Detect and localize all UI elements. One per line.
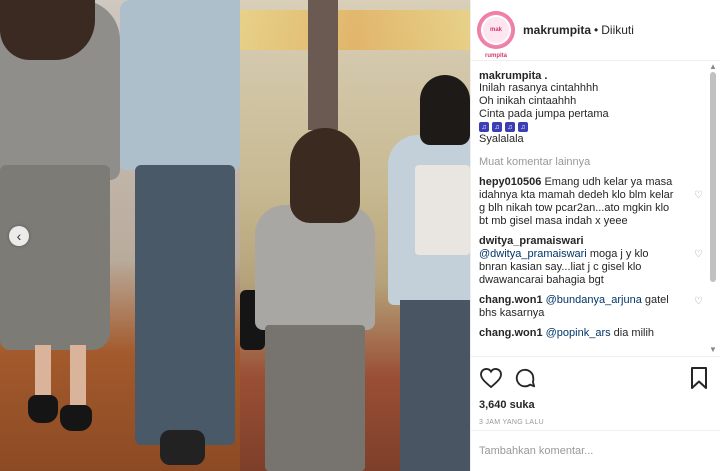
caption-line: Oh inikah cintaahhh: [479, 95, 577, 107]
scrollbar-thumb[interactable]: [710, 72, 716, 282]
add-comment-bar: [471, 430, 720, 471]
post-sidebar: mak rumpita makrumpita • Diikuti makrump…: [470, 0, 720, 471]
bookmark-icon[interactable]: [687, 366, 711, 390]
action-icon-row: [479, 365, 711, 391]
comment-username[interactable]: chang.won1: [479, 294, 543, 306]
comment-text: dwitya_pramaiswari @dwitya_pramaiswari m…: [479, 235, 677, 287]
comments-scrollbar[interactable]: ▲ ▼: [708, 62, 718, 355]
music-note-icon: ♫: [505, 122, 515, 132]
photo-left: [0, 0, 240, 471]
comment-text: chang.won1 @bundanya_arjuna gatel bhs ka…: [479, 294, 677, 320]
scrollbar-track[interactable]: [708, 72, 718, 345]
comment-mention[interactable]: @dwitya_pramaiswari: [479, 248, 587, 260]
comment-icon[interactable]: [513, 366, 537, 390]
man-shoe: [160, 430, 205, 465]
comment-like-icon[interactable]: ♡: [694, 249, 703, 287]
comments-list[interactable]: makrumpita . Inilah rasanya cintahhhh Oh…: [471, 62, 720, 355]
comment-item: chang.won1 @popink_ars dia milih: [479, 327, 703, 340]
avatar-logo: mak rumpita: [483, 17, 509, 59]
comment-body: dia milih: [613, 327, 655, 339]
woman-shoe: [28, 395, 58, 423]
music-note-icon: ♫: [479, 122, 489, 132]
add-comment-input[interactable]: [479, 445, 709, 457]
woman-skirt: [265, 325, 365, 471]
scroll-up-arrow[interactable]: ▲: [708, 62, 718, 72]
load-more-comments-link[interactable]: Muat komentar lainnya: [479, 156, 703, 168]
separator-dot: •: [594, 23, 599, 37]
music-emoji-row: ♫ ♫ ♫ ♫: [479, 122, 703, 132]
woman-skirt: [0, 165, 110, 350]
comment-like-icon[interactable]: ♡: [694, 190, 703, 228]
woman-top: [255, 205, 375, 330]
woman-shoe: [60, 405, 92, 431]
comment-username[interactable]: hepy010506: [479, 176, 541, 188]
like-count[interactable]: 3,640 suka: [479, 399, 711, 411]
comment-username[interactable]: chang.won1: [479, 327, 543, 339]
follow-status-button[interactable]: Diikuti: [601, 23, 634, 37]
man-head: [420, 75, 470, 145]
man-jacket: [120, 0, 240, 170]
music-note-icon: ♫: [518, 122, 528, 132]
post-timestamp: 3 JAM YANG LALU: [479, 419, 544, 426]
carousel-prev-button[interactable]: ‹: [9, 226, 29, 246]
comment-item: dwitya_pramaiswari @dwitya_pramaiswari m…: [479, 235, 703, 287]
avatar[interactable]: mak rumpita: [477, 11, 515, 59]
caption: makrumpita . Inilah rasanya cintahhhh Oh…: [479, 70, 703, 146]
comment-username[interactable]: dwitya_pramaiswari: [479, 235, 584, 247]
caption-username[interactable]: makrumpita .: [479, 70, 703, 82]
post-media[interactable]: ‹: [0, 0, 470, 471]
comment-mention[interactable]: @bundanya_arjuna: [546, 294, 642, 306]
comment-text: chang.won1 @popink_ars dia milih: [479, 327, 677, 340]
woman-leg: [35, 345, 51, 400]
caption-line: Syalalala: [479, 133, 524, 145]
scroll-down-arrow[interactable]: ▼: [708, 345, 718, 355]
mall-pillar: [308, 0, 338, 130]
heart-icon[interactable]: [479, 366, 503, 390]
jacket-patch: [415, 165, 470, 255]
comment-item: hepy010506 Emang udh kelar ya masa idahn…: [479, 176, 703, 228]
comment-like-icon[interactable]: ♡: [694, 296, 703, 320]
music-note-icon: ♫: [492, 122, 502, 132]
man-jeans: [135, 165, 235, 445]
comment-mention[interactable]: @popink_ars: [546, 327, 611, 339]
mall-lights: [240, 10, 470, 50]
caption-line: Inilah rasanya cintahhhh: [479, 82, 599, 94]
caption-line: Cinta pada jumpa pertama: [479, 108, 609, 120]
man-jeans: [400, 300, 470, 471]
post-header: mak rumpita makrumpita • Diikuti: [471, 0, 720, 61]
header-username[interactable]: makrumpita: [523, 23, 591, 37]
comment-item: chang.won1 @bundanya_arjuna gatel bhs ka…: [479, 294, 703, 320]
woman-hair: [290, 128, 360, 223]
post-actions: 3,640 suka 3 JAM YANG LALU: [471, 356, 720, 426]
comment-text: hepy010506 Emang udh kelar ya masa idahn…: [479, 176, 677, 228]
woman-leg: [70, 345, 86, 405]
